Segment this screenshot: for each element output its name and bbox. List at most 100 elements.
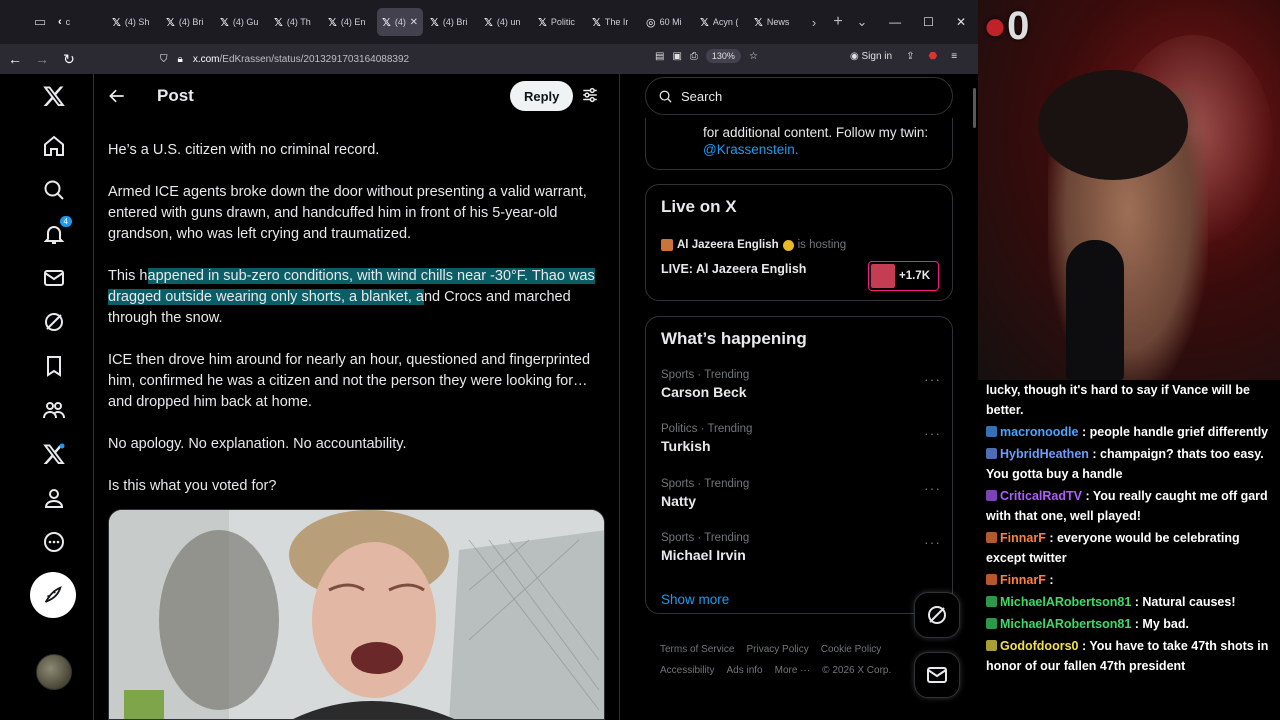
browser-tab[interactable]: ‹ c [53,8,105,36]
tab-menu-chevron-icon[interactable]: ⌄ [850,10,874,34]
chat-message: lucky, though it's hard to say if Vance … [986,380,1274,420]
browser-tab[interactable]: 𝕏 Acyn ( [695,8,747,36]
page-scrollbar[interactable] [973,88,976,128]
more-link[interactable]: More ··· [775,665,811,676]
zoom-level[interactable]: 130% [705,49,741,63]
x-logo-icon[interactable] [34,76,74,116]
privacy-link[interactable]: Privacy Policy [746,644,808,655]
messages-icon[interactable] [34,258,74,298]
messages-float-button[interactable] [914,652,960,698]
tab-scroll-right-icon[interactable]: › [802,10,826,34]
right-sidebar: Search for additional content. Follow my… [645,74,953,720]
search-icon[interactable] [34,170,74,210]
reader-view-icon[interactable]: ▤ [655,51,664,62]
menu-icon[interactable]: ≡ [951,51,957,62]
cookie-link[interactable]: Cookie Policy [821,644,882,655]
ublock-icon[interactable]: ⬣ [928,51,937,62]
chat-username[interactable]: FinnarF [1000,573,1046,587]
filter-settings-icon[interactable] [581,86,599,104]
bookmark-star-icon[interactable]: ☆ [749,51,758,62]
host-name: Al Jazeera English [677,239,779,251]
trend-item[interactable]: Sports · Trending Natty ··· [661,478,941,509]
browser-tab[interactable]: 𝕏 (4) ✕ [377,8,423,36]
show-more-link[interactable]: Show more [661,592,729,607]
post-video-thumbnail[interactable] [108,509,605,720]
tab-close-icon[interactable]: ✕ [410,17,418,28]
notifications-icon[interactable]: 4 [34,214,74,254]
grok-icon[interactable] [34,302,74,342]
more-options-icon[interactable]: ··· [924,425,941,441]
trend-meta: Politics · Trending [661,423,753,435]
overlay-number: 0 [1007,4,1030,48]
live-host-row[interactable]: Al Jazeera English is hosting [661,239,846,251]
new-tab-icon[interactable]: + [826,10,850,34]
more-options-icon[interactable]: ··· [924,371,941,387]
chat-username[interactable]: HybridHeathen [1000,447,1089,461]
live-listener-count[interactable]: +1.7K [868,261,939,291]
trend-item[interactable]: Sports · Trending Carson Beck ··· [661,369,941,400]
chat-message: FinnarF : everyone would be celebrating … [986,528,1274,568]
browser-tab[interactable]: 𝕏 The Ir [587,8,639,36]
grok-float-button[interactable] [914,592,960,638]
home-icon[interactable] [34,126,74,166]
browser-tab[interactable]: 𝕏 (4) un [479,8,531,36]
accessibility-link[interactable]: Accessibility [660,665,714,676]
browser-tab[interactable]: 𝕏 News [749,8,801,36]
compose-post-button[interactable] [30,572,76,618]
sign-in-button[interactable]: ◉ Sign in [850,51,892,62]
mention-link[interactable]: @Krassenstein. [703,142,799,157]
notification-badge: 4 [59,216,72,227]
chat-text: : My bad. [1134,617,1189,631]
post-text: He’s a U.S. citizen with no criminal rec… [108,140,603,518]
pdf-icon[interactable]: ⎙ [690,51,698,62]
chat-username[interactable]: CriticalRadTV [1000,489,1082,503]
trend-item[interactable]: Politics · Trending Turkish ··· [661,423,941,454]
mail-icon [927,667,947,683]
host-avatar [661,239,673,251]
close-window-icon[interactable]: ✕ [956,15,966,29]
chat-message: FinnarF : [986,570,1274,590]
more-icon[interactable] [34,522,74,562]
terms-link[interactable]: Terms of Service [660,644,734,655]
chat-username[interactable]: Godofdoors0 [1000,639,1078,653]
live-stream-name[interactable]: LIVE: Al Jazeera English [661,262,806,276]
browser-tab[interactable]: 𝕏 Politic [533,8,585,36]
back-arrow-icon[interactable] [107,86,127,106]
browser-tab[interactable]: 𝕏 (4) Bri [161,8,213,36]
chat-badge-icon [986,490,997,501]
browser-tab[interactable]: 𝕏 (4) Gu [215,8,267,36]
browser-tab[interactable]: ◎ 60 Mi [641,8,693,36]
url-path: /EdKrassen/status/2013291703164088392 [219,53,410,65]
account-avatar[interactable] [36,654,72,690]
picture-icon[interactable]: ▣ [672,51,681,62]
forward-icon[interactable]: → [30,47,54,71]
browser-tab[interactable]: 𝕏 (4) Th [269,8,321,36]
tab-list-icon[interactable]: ▭ [28,10,52,34]
ads-info-link[interactable]: Ads info [726,665,762,676]
profile-icon[interactable] [34,478,74,518]
chat-username[interactable]: macronoodle [1000,425,1079,439]
bookmarks-icon[interactable] [34,346,74,386]
trend-meta: Sports · Trending [661,369,750,381]
more-options-icon[interactable]: ··· [924,534,941,550]
chat-username[interactable]: MichaelARobertson81 [1000,595,1131,609]
maximize-icon[interactable]: ☐ [923,15,934,29]
search-input[interactable]: Search [645,77,953,115]
communities-icon[interactable] [34,390,74,430]
trend-item[interactable]: Sports · Trending Michael Irvin ··· [661,532,941,563]
premium-x-icon[interactable] [34,434,74,474]
post-header: Post Reply [93,74,619,120]
back-icon[interactable]: ← [3,47,27,71]
extensions-icon[interactable]: ⇪ [906,51,914,62]
browser-tab[interactable]: 𝕏 (4) En [323,8,375,36]
browser-tab-bar: ▭ ‹ c 𝕏 (4) Sh 𝕏 (4) Bri 𝕏 (4) Gu 𝕏 (4) Th 𝕏 (4) En… [0,0,978,44]
chat-username[interactable]: FinnarF [1000,531,1046,545]
column-divider [619,74,620,720]
browser-tab[interactable]: 𝕏 (4) Bri [425,8,477,36]
browser-tab[interactable]: 𝕏 (4) Sh [107,8,159,36]
reload-icon[interactable]: ↻ [57,47,81,71]
chat-username[interactable]: MichaelARobertson81 [1000,617,1131,631]
minimize-icon[interactable]: — [889,15,901,29]
reply-button[interactable]: Reply [510,81,574,111]
more-options-icon[interactable]: ··· [924,480,941,496]
